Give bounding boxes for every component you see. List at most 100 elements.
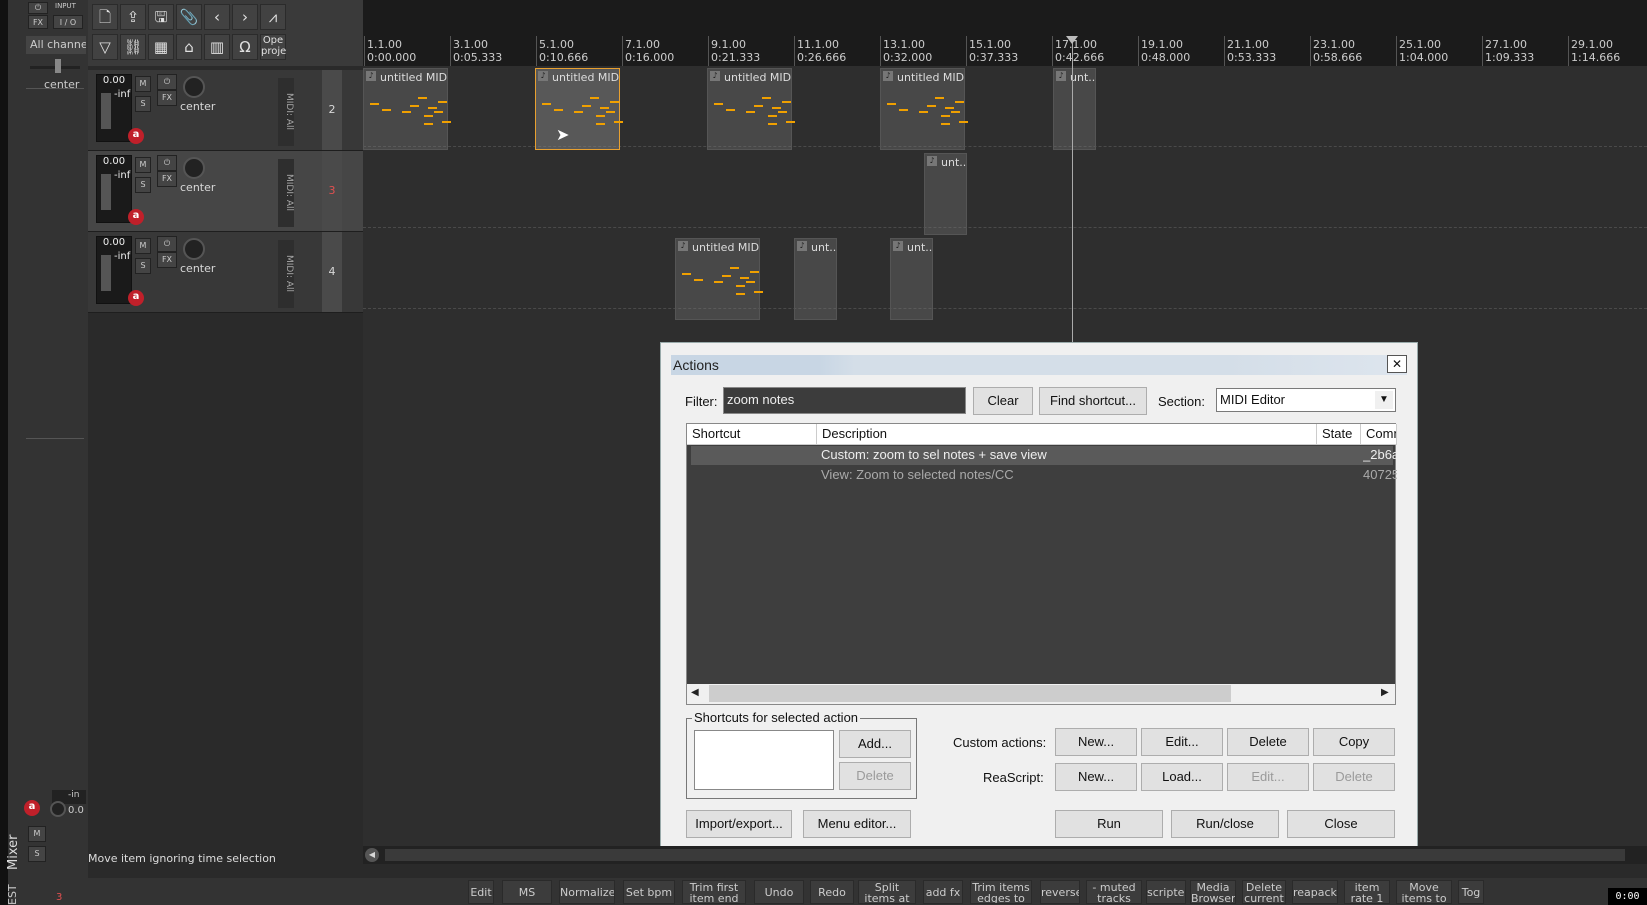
custom-action-copy-button[interactable]: Copy (1313, 728, 1395, 756)
reascript-new-button[interactable]: New... (1055, 763, 1137, 791)
power-icon[interactable]: ⏻ (28, 2, 48, 14)
fx-button[interactable]: FX (28, 15, 48, 29)
toolbar-action-button[interactable]: Set bpm (623, 880, 675, 904)
midi-input-select[interactable]: MIDI: All (278, 240, 294, 308)
mute-button[interactable]: M (135, 76, 151, 92)
midi-item[interactable]: ♪ unt... (1053, 68, 1096, 150)
find-shortcut-button[interactable]: Find shortcut... (1039, 387, 1147, 415)
power-icon[interactable]: ⏻ (157, 74, 177, 90)
volume-fader[interactable]: 0.00 -inf (96, 74, 132, 142)
fader-handle[interactable] (101, 255, 111, 291)
run-button[interactable]: Run (1055, 810, 1163, 838)
fx-button[interactable]: FX (157, 171, 177, 187)
toolbar-action-button[interactable]: add fx (923, 880, 963, 904)
custom-action-delete-button[interactable]: Delete (1227, 728, 1309, 756)
menu-editor-button[interactable]: Menu editor... (803, 810, 911, 838)
solo-button[interactable]: S (28, 846, 46, 862)
track-lane[interactable] (363, 228, 1647, 309)
midi-item[interactable]: ♪ untitled MID... (535, 68, 623, 150)
track-lane[interactable] (363, 147, 1647, 228)
solo-button[interactable]: S (135, 177, 151, 193)
pan-knob[interactable] (183, 157, 205, 179)
toolbar-action-button[interactable]: Redo (810, 880, 854, 904)
midi-item[interactable]: ♪ unt... (890, 238, 933, 320)
midi-item[interactable]: ♪ untitled MID... (363, 68, 451, 150)
playhead-marker-icon[interactable] (1066, 36, 1078, 44)
toolbar-action-button[interactable]: Tog auto (1458, 880, 1484, 904)
scroll-left-icon[interactable]: ◀ (365, 848, 379, 862)
chevron-down-icon[interactable]: ▼ (1375, 391, 1393, 409)
track-row[interactable]: 0.00 -inf M S ⏻ FX center a MIDI: All 2 (88, 70, 363, 151)
toolbar-action-button[interactable]: reapackab (1292, 880, 1338, 904)
toolbar-action-button[interactable]: item rate 1 (1344, 880, 1390, 904)
power-icon[interactable]: ⏻ (157, 155, 177, 171)
volume-fader[interactable]: 0.00 -inf (96, 155, 132, 223)
open-project-icon[interactable]: ⇪ (120, 4, 146, 30)
record-arm-button[interactable]: a (128, 290, 144, 306)
mute-button[interactable]: M (28, 826, 46, 842)
record-arm-button[interactable]: a (24, 800, 40, 816)
toolbar-action-button[interactable]: Media Browser (1190, 880, 1236, 904)
track-row[interactable]: 0.00 -inf M S ⏻ FX center a MIDI: All 3 (88, 151, 363, 232)
toolbar-action-button[interactable]: scripter (1146, 880, 1186, 904)
custom-action-edit-button[interactable]: Edit... (1141, 728, 1223, 756)
scroll-right-icon[interactable]: ▶ (1381, 687, 1389, 698)
midi-item[interactable]: ♪ unt... (924, 153, 967, 235)
add-shortcut-button[interactable]: Add... (839, 730, 911, 758)
channels-select[interactable]: All channels (26, 36, 86, 54)
new-project-icon[interactable]: 🗋 (92, 4, 118, 30)
arrange-scrollbar-thumb[interactable] (385, 849, 1625, 861)
arrange-scrollbar[interactable]: ◀ (363, 846, 1647, 864)
actions-list[interactable]: Shortcut Description State Comm Custom: … (686, 423, 1397, 705)
link-icon[interactable]: ⛓ (120, 34, 146, 60)
attach-icon[interactable]: 📎 (176, 4, 202, 30)
toolbar-action-button[interactable]: Delete current pro (1242, 880, 1286, 904)
custom-action-new-button[interactable]: New... (1055, 728, 1137, 756)
undo-arrow-icon[interactable]: ‹ (204, 4, 230, 30)
toolbar-action-button[interactable]: MS (502, 880, 552, 904)
metronome-icon[interactable]: ⩘ (260, 4, 286, 30)
fader-handle[interactable] (101, 174, 111, 210)
midi-input-select[interactable]: MIDI: All (278, 78, 294, 146)
redo-arrow-icon[interactable]: › (232, 4, 258, 30)
delete-shortcut-button[interactable]: Delete (839, 762, 911, 790)
clear-button[interactable]: Clear (973, 387, 1033, 415)
io-button[interactable]: I / O (53, 15, 83, 29)
midi-item[interactable]: ♪ untitled MID... (675, 238, 763, 320)
toolbar-action-button[interactable]: Move items to (1396, 880, 1452, 904)
filter-icon[interactable]: ▽ (92, 34, 118, 60)
close-button[interactable]: Close (1287, 810, 1395, 838)
bars-icon[interactable]: ▥ (204, 34, 230, 60)
volume-knob[interactable] (50, 801, 66, 817)
record-arm-button[interactable]: a (128, 128, 144, 144)
fader-handle[interactable] (101, 93, 111, 129)
pan-slider-handle[interactable] (55, 59, 61, 73)
column-header-command[interactable]: Comm (1361, 424, 1397, 445)
open-project-button[interactable]: Ope proje (260, 34, 286, 60)
fx-button[interactable]: FX (157, 90, 177, 106)
midi-item[interactable]: ♪ untitled MID... (707, 68, 795, 150)
column-header-shortcut[interactable]: Shortcut (687, 424, 817, 445)
toolbar-action-button[interactable]: Trim first item end (682, 880, 746, 904)
import-export-button[interactable]: Import/export... (686, 810, 792, 838)
section-select[interactable]: MIDI Editor ▼ (1216, 388, 1396, 412)
power-icon[interactable]: ⏻ (157, 236, 177, 252)
midi-input-select[interactable]: MIDI: All (278, 159, 294, 227)
reascript-delete-button[interactable]: Delete (1313, 763, 1395, 791)
toolbar-action-button[interactable]: reverse (1040, 880, 1080, 904)
action-row[interactable]: View: Zoom to selected notes/CC 40725 (691, 466, 1397, 485)
column-header-state[interactable]: State (1317, 424, 1361, 445)
record-arm-button[interactable]: a (128, 209, 144, 225)
solo-button[interactable]: S (135, 96, 151, 112)
run-close-button[interactable]: Run/close (1171, 810, 1279, 838)
toolbar-action-button[interactable]: Normalize (559, 880, 615, 904)
mute-button[interactable]: M (135, 238, 151, 254)
envelope-icon[interactable]: ⌂ (176, 34, 202, 60)
dialog-titlebar[interactable]: Actions ✕ (661, 343, 1417, 375)
grid-icon[interactable]: ▦ (148, 34, 174, 60)
mute-button[interactable]: M (135, 157, 151, 173)
horizontal-scrollbar[interactable]: ◀ ▶ (687, 684, 1395, 704)
toolbar-action-button[interactable]: Edit me (468, 880, 494, 904)
pan-knob[interactable] (183, 76, 205, 98)
filter-input[interactable]: zoom notes (723, 387, 966, 414)
